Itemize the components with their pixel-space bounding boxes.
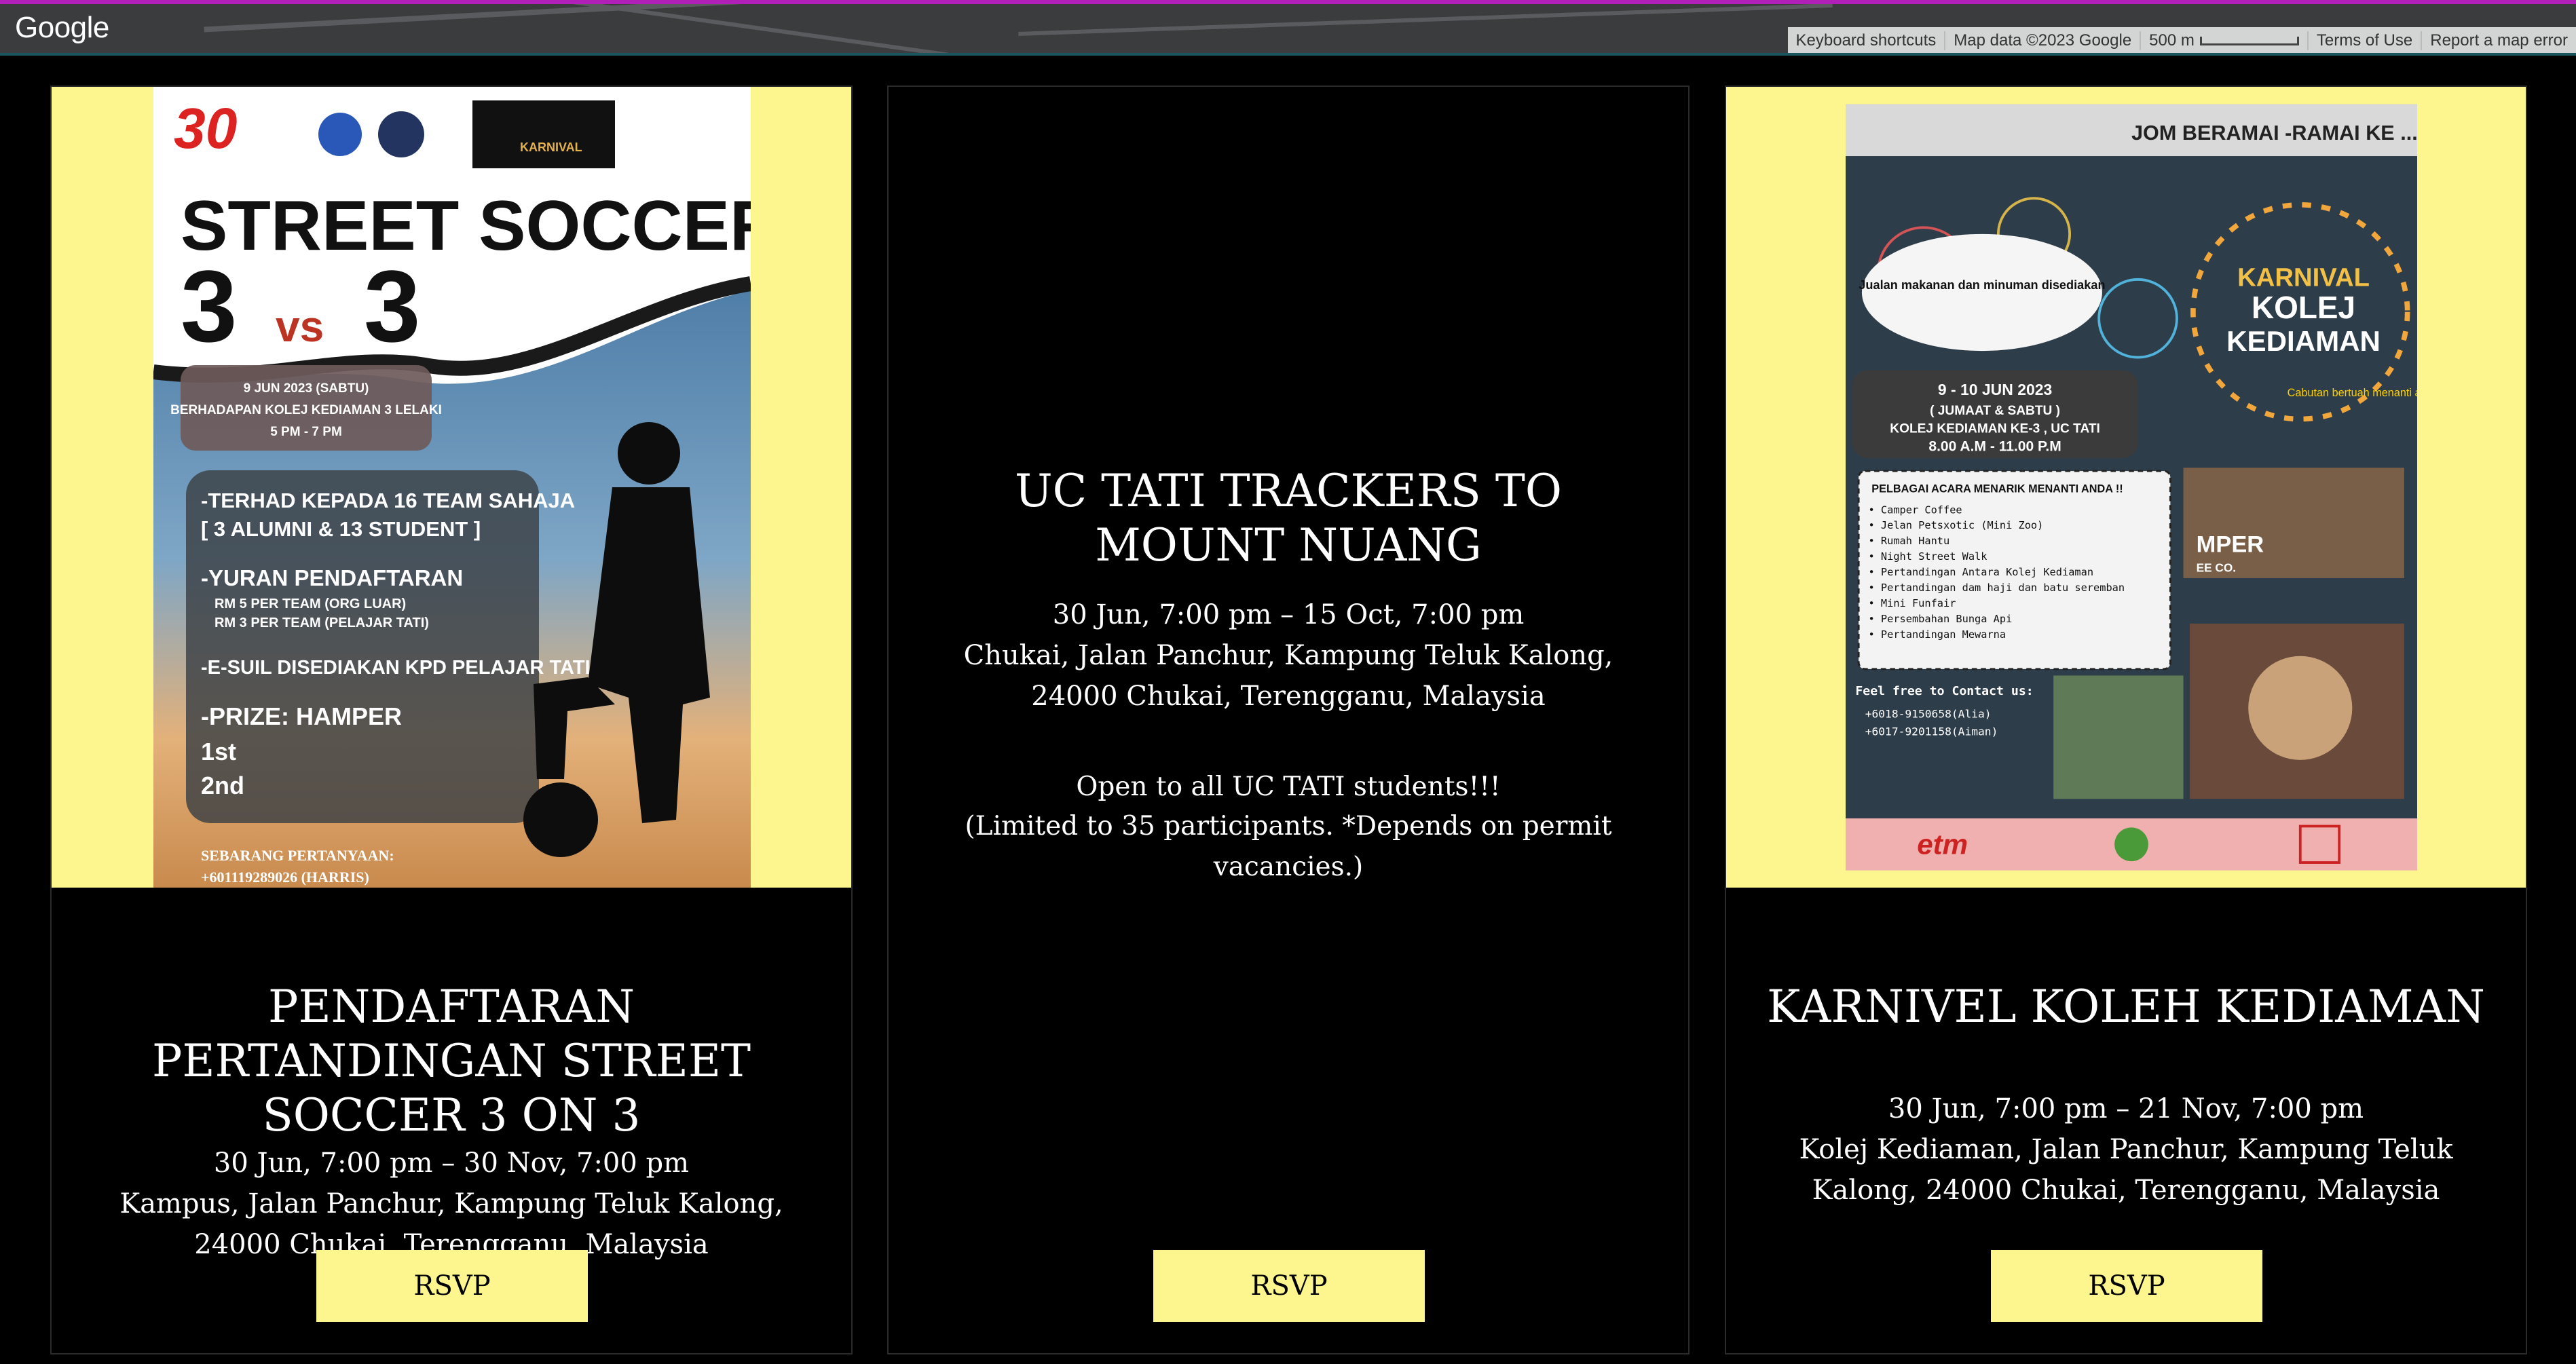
- badge-30: 30: [174, 96, 237, 160]
- event-datetime: 30 Jun, 7:00 pm – 30 Nov, 7:00 pm: [213, 1148, 690, 1179]
- event-location: Chukai, Jalan Panchur, Kampung Teluk Kal…: [963, 640, 1613, 712]
- svg-text:1st: 1st: [201, 738, 236, 765]
- rsvp-button[interactable]: RSVP: [1991, 1250, 2262, 1322]
- svg-text:3: 3: [364, 249, 420, 363]
- svg-text:• Rumah Hantu: • Rumah Hantu: [1868, 535, 1949, 547]
- svg-text:KOLEJ KEDIAMAN KE-3 , UC TATI: KOLEJ KEDIAMAN KE-3 , UC TATI: [1890, 422, 2100, 436]
- svg-text:• Jelan Petsxotic (Mini Zoo): • Jelan Petsxotic (Mini Zoo): [1868, 519, 2043, 531]
- svg-text:etm: etm: [1917, 829, 1968, 860]
- rsvp-button[interactable]: RSVP: [316, 1250, 588, 1322]
- svg-text:5 PM - 7 PM: 5 PM - 7 PM: [270, 425, 342, 439]
- map-scale[interactable]: 500 m: [2141, 31, 2309, 50]
- svg-text:• Pertandingan Mewarna: • Pertandingan Mewarna: [1868, 628, 2006, 641]
- event-poster: JOM BERAMAI -RAMAI KE ... Jualan makanan…: [1726, 87, 2526, 888]
- event-card: UC TATI Trackers to Mount Nuang 30 Jun, …: [887, 86, 1690, 1354]
- map-data-text: Map data ©2023 Google: [1945, 31, 2142, 50]
- svg-text:( JUMAAT & SABTU ): ( JUMAAT & SABTU ): [1930, 404, 2060, 418]
- svg-text:KARNIVAL: KARNIVAL: [2237, 263, 2370, 292]
- svg-text:+6018-9150658(Alia): +6018-9150658(Alia): [1865, 708, 1992, 721]
- event-title: Pendaftaran Pertandingan Street Soccer 3…: [151, 981, 751, 1141]
- svg-text:JOM BERAMAI -RAMAI KE ...: JOM BERAMAI -RAMAI KE ...: [2131, 121, 2417, 145]
- svg-text:BERHADAPAN KOLEJ KEDIAMAN 3 LE: BERHADAPAN KOLEJ KEDIAMAN 3 LELAKI: [170, 403, 442, 417]
- event-card: 30 KARNIVAL STREET SOCCER 3 vs 3 9 JUN 2…: [50, 86, 853, 1354]
- svg-text:• Pertandingan Antara Kolej Ke: • Pertandingan Antara Kolej Kediaman: [1868, 566, 2093, 578]
- svg-text:• Camper Coffee: • Camper Coffee: [1868, 504, 1962, 516]
- svg-text:RM 3 PER TEAM (PELAJAR TATI): RM 3 PER TEAM (PELAJAR TATI): [214, 615, 429, 630]
- scale-bar-icon: [2199, 36, 2299, 45]
- svg-text:• Persembahan Bunga Api: • Persembahan Bunga Api: [1868, 613, 2012, 625]
- karnival-poster: JOM BERAMAI -RAMAI KE ... Jualan makanan…: [1846, 104, 2417, 871]
- map-attribution: Keyboard shortcuts Map data ©2023 Google…: [1787, 27, 2576, 53]
- svg-text:Cabutan bertuah menanti anda: Cabutan bertuah menanti anda: [2288, 387, 2417, 399]
- poster-headline: STREET SOCCER: [181, 187, 751, 265]
- event-card: JOM BERAMAI -RAMAI KE ... Jualan makanan…: [1725, 86, 2527, 1354]
- svg-text:• Night Street Walk: • Night Street Walk: [1868, 550, 1987, 563]
- badge-karnival: KARNIVAL: [520, 140, 582, 154]
- svg-text:SEBARANG PERTANYAAN:: SEBARANG PERTANYAAN:: [201, 847, 394, 864]
- keyboard-shortcuts-link[interactable]: Keyboard shortcuts: [1788, 31, 1946, 50]
- rsvp-button[interactable]: RSVP: [1153, 1250, 1425, 1322]
- svg-text:-YURAN PENDAFTARAN: -YURAN PENDAFTARAN: [201, 565, 463, 590]
- svg-text:-TERHAD KEPADA 16 TEAM SAHAJA: -TERHAD KEPADA 16 TEAM SAHAJA: [201, 489, 575, 512]
- svg-text:-E-SUIL DISEDIAKAN KPD PELAJAR: -E-SUIL DISEDIAKAN KPD PELAJAR TATI: [201, 657, 591, 679]
- svg-text:-PRIZE: HAMPER: -PRIZE: HAMPER: [201, 702, 402, 730]
- svg-text:Feel free to Contact us:: Feel free to Contact us:: [1855, 684, 2033, 698]
- map-road: [1018, 4, 1833, 36]
- svg-text:2nd: 2nd: [201, 772, 244, 799]
- event-datetime: 30 Jun, 7:00 pm – 15 Oct, 7:00 pm: [1052, 599, 1525, 630]
- google-logo: Google: [15, 11, 109, 44]
- svg-text:Jualan makanan dan minuman dis: Jualan makanan dan minuman disediakan: [1859, 278, 2105, 292]
- svg-text:[ 3 ALUMNI & 13 STUDENT ]: [ 3 ALUMNI & 13 STUDENT ]: [201, 517, 481, 541]
- report-map-error-link[interactable]: Report a map error: [2422, 31, 2576, 50]
- svg-text:+601119289026 (HARRIS): +601119289026 (HARRIS): [201, 869, 369, 886]
- map-scale-label: 500 m: [2149, 31, 2195, 50]
- svg-text:KOLEJ: KOLEJ: [2252, 290, 2355, 325]
- map-strip[interactable]: Google Keyboard shortcuts Map data ©2023…: [0, 0, 2576, 53]
- svg-text:9 JUN 2023 (SABTU): 9 JUN 2023 (SABTU): [244, 381, 369, 396]
- event-poster: 30 KARNIVAL STREET SOCCER 3 vs 3 9 JUN 2…: [52, 87, 851, 888]
- event-description-line2: (Limited to 35 participants. *Depends on…: [965, 811, 1612, 882]
- event-description-line1: Open to all UC TATI students!!!: [1076, 772, 1501, 802]
- event-location: Kolej Kediaman, Jalan Panchur, Kampung T…: [1799, 1134, 2453, 1206]
- svg-text:PELBAGAI ACARA MENARIK MENANTI: PELBAGAI ACARA MENARIK MENANTI ANDA !!: [1871, 483, 2123, 495]
- svg-text:MPER: MPER: [2197, 532, 2264, 558]
- svg-text:+6017-9201158(Aiman): +6017-9201158(Aiman): [1865, 725, 1998, 738]
- terms-link[interactable]: Terms of Use: [2309, 31, 2423, 50]
- svg-text:EE CO.: EE CO.: [2197, 561, 2236, 574]
- svg-text:9 - 10 JUN 2023: 9 - 10 JUN 2023: [1938, 381, 2052, 398]
- event-datetime: 30 Jun, 7:00 pm – 21 Nov, 7:00 pm: [1888, 1093, 2364, 1124]
- svg-text:vs: vs: [276, 302, 324, 351]
- svg-text:8.00 A.M - 11.00 P.M: 8.00 A.M - 11.00 P.M: [1928, 438, 2061, 454]
- svg-text:RM 5 PER TEAM (ORG LUAR): RM 5 PER TEAM (ORG LUAR): [214, 596, 406, 611]
- event-title: UC TATI Trackers to Mount Nuang: [1014, 465, 1563, 571]
- map-road: [204, 4, 815, 33]
- event-title: Karnivel Koleh Kediaman: [1767, 981, 2485, 1033]
- street-soccer-poster: 30 KARNIVAL STREET SOCCER 3 vs 3 9 JUN 2…: [153, 87, 751, 888]
- svg-text:• Pertandingan dam haji dan ba: • Pertandingan dam haji dan batu seremba…: [1868, 582, 2125, 594]
- map-road: [544, 4, 949, 53]
- svg-text:3: 3: [181, 249, 237, 363]
- svg-text:• Mini Funfair: • Mini Funfair: [1868, 597, 1956, 609]
- svg-text:KEDIAMAN: KEDIAMAN: [2226, 325, 2381, 357]
- map-divider: [0, 53, 2576, 56]
